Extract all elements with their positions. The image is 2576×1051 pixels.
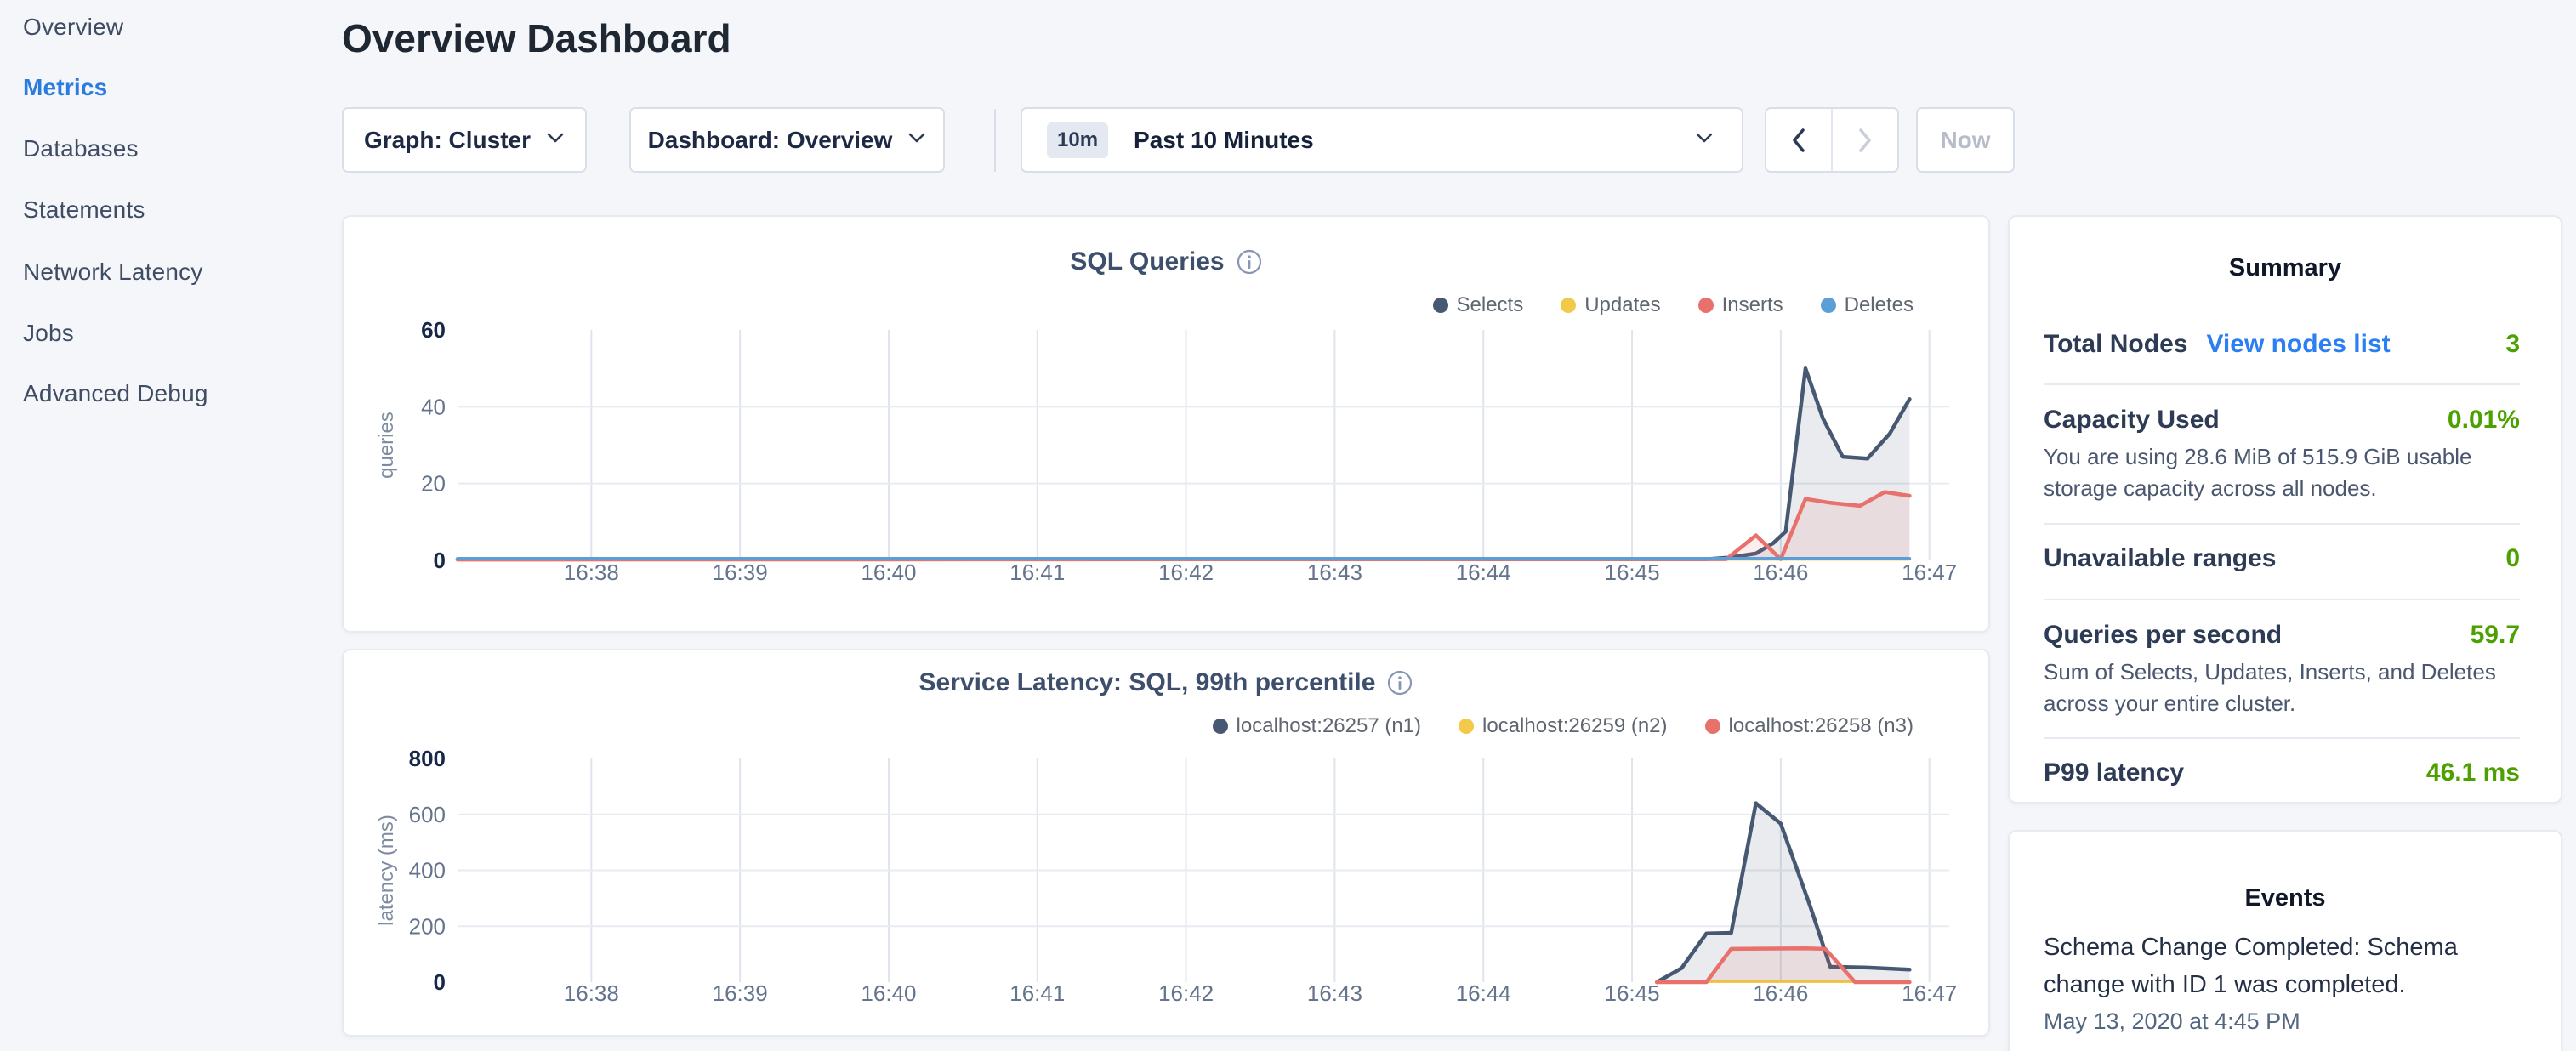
controls-divider <box>994 109 996 172</box>
x-tick-label: 16:40 <box>861 980 916 1006</box>
y-tick-label: 0 <box>434 969 446 995</box>
divider <box>2044 737 2520 739</box>
series-area-Selects <box>458 368 1909 560</box>
x-tick-label: 16:44 <box>1456 980 1511 1006</box>
total-nodes-label: Total Nodes <box>2044 330 2187 359</box>
events-title: Events <box>2010 884 2561 912</box>
capacity-used-description: You are using 28.6 MiB of 515.9 GiB usab… <box>2044 441 2533 504</box>
series-line-Selects <box>458 368 1909 559</box>
time-range-selector[interactable]: 10m Past 10 Minutes <box>1021 107 1743 173</box>
x-tick-label: 16:45 <box>1605 980 1660 1006</box>
x-tick-label: 16:43 <box>1307 980 1362 1006</box>
x-tick-label: 16:41 <box>1009 560 1065 585</box>
time-range-label: Past 10 Minutes <box>1134 127 1696 154</box>
chevron-down-icon <box>1696 133 1713 148</box>
queries-per-second-value: 59.7 <box>2471 621 2520 650</box>
graph-dropdown[interactable]: Graph: Cluster <box>342 107 587 173</box>
unavailable-ranges-label: Unavailable ranges <box>2044 544 2276 573</box>
queries-per-second-label: Queries per second <box>2044 621 2282 650</box>
sidebar-item-overview[interactable]: Overview <box>23 10 123 44</box>
event-item-timestamp: May 13, 2020 at 4:45 PM <box>2044 1008 2300 1035</box>
x-tick-label: 16:46 <box>1753 560 1808 585</box>
page-title: Overview Dashboard <box>342 15 731 61</box>
chevron-down-icon <box>546 132 565 148</box>
y-tick-label: 200 <box>409 913 446 939</box>
y-axis-unit-label: queries <box>375 412 398 479</box>
p99-latency-value: 46.1 ms <box>2426 758 2520 787</box>
now-button[interactable]: Now <box>1916 107 2015 173</box>
capacity-used-value: 0.01% <box>2448 406 2520 435</box>
x-tick-label: 16:47 <box>1902 980 1957 1006</box>
x-tick-label: 16:42 <box>1158 980 1214 1006</box>
y-tick-label: 400 <box>409 858 446 883</box>
summary-row-qps: Queries per second 59.7 <box>2044 621 2520 650</box>
x-tick-label: 16:39 <box>713 980 768 1006</box>
y-tick-label: 60 <box>421 317 446 343</box>
summary-row-capacity: Capacity Used 0.01% <box>2044 406 2520 435</box>
sidebar-item-metrics[interactable]: Metrics <box>23 71 107 105</box>
x-tick-label: 16:38 <box>564 560 619 585</box>
view-nodes-list-link[interactable]: View nodes list <box>2206 330 2390 359</box>
sidebar-item-advanced-debug[interactable]: Advanced Debug <box>23 377 208 411</box>
x-tick-label: 16:44 <box>1456 560 1511 585</box>
x-tick-label: 16:41 <box>1009 980 1065 1006</box>
summary-row-total-nodes: Total Nodes View nodes list 3 <box>2044 330 2520 359</box>
summary-row-p99-latency: P99 latency 46.1 ms <box>2044 758 2520 787</box>
chevron-right-icon <box>1857 128 1873 153</box>
chevron-down-icon <box>907 132 926 148</box>
x-tick-label: 16:42 <box>1158 560 1214 585</box>
sql-queries-chart-plot[interactable]: 16:38 16:39 16:40 16:41 16:42 16:43 16:44 16:45… <box>344 217 1992 634</box>
x-tick-label: 16:47 <box>1902 560 1957 585</box>
service-latency-card: Service Latency: SQL, 99th percentile lo… <box>342 649 1990 1037</box>
chevron-left-icon <box>1791 128 1806 153</box>
time-step-buttons <box>1765 107 1899 173</box>
time-step-back-button[interactable] <box>1766 109 1831 171</box>
y-tick-label: 0 <box>434 548 446 573</box>
service-latency-chart-plot[interactable]: 16:38 16:39 16:40 16:41 16:42 16:43 16:44 16:45… <box>344 650 1992 1038</box>
x-tick-label: 16:46 <box>1753 980 1808 1006</box>
time-step-forward-button[interactable] <box>1831 109 1897 171</box>
summary-row-unavailable-ranges: Unavailable ranges 0 <box>2044 544 2520 573</box>
capacity-used-label: Capacity Used <box>2044 406 2220 435</box>
event-item-text[interactable]: Schema Change Completed: Schema change w… <box>2044 929 2524 1003</box>
series-line-Inserts <box>458 492 1909 560</box>
y-tick-label: 20 <box>421 471 446 497</box>
x-tick-label: 16:45 <box>1605 560 1660 585</box>
divider <box>2044 383 2520 385</box>
sidebar-item-jobs[interactable]: Jobs <box>23 316 74 350</box>
y-tick-label: 40 <box>421 394 446 419</box>
sidebar-item-statements[interactable]: Statements <box>23 193 145 227</box>
total-nodes-value: 3 <box>2505 330 2520 359</box>
unavailable-ranges-value: 0 <box>2505 544 2520 573</box>
dashboard-dropdown[interactable]: Dashboard: Overview <box>629 107 945 173</box>
events-panel: Events Schema Change Completed: Schema c… <box>2008 830 2562 1051</box>
divider <box>2044 599 2520 600</box>
y-tick-label: 800 <box>409 746 446 771</box>
summary-title: Summary <box>2010 254 2561 282</box>
sql-queries-card: SQL Queries SelectsUpdatesInsertsDeletes… <box>342 215 1990 633</box>
qps-description: Sum of Selects, Updates, Inserts, and De… <box>2044 656 2533 719</box>
y-axis-unit-label: latency (ms) <box>375 815 398 926</box>
time-range-badge: 10m <box>1047 122 1108 158</box>
divider <box>2044 523 2520 525</box>
app-root: Overview Metrics Databases Statements Ne… <box>0 0 2576 1051</box>
series-area-Inserts <box>458 492 1909 560</box>
x-tick-label: 16:43 <box>1307 560 1362 585</box>
dashboard-dropdown-label: Dashboard: Overview <box>648 127 893 154</box>
x-tick-label: 16:39 <box>713 560 768 585</box>
sidebar: Overview Metrics Databases Statements Ne… <box>0 0 340 1051</box>
x-tick-label: 16:40 <box>861 560 916 585</box>
sidebar-item-databases[interactable]: Databases <box>23 132 139 166</box>
y-tick-label: 600 <box>409 802 446 827</box>
x-tick-label: 16:38 <box>564 980 619 1006</box>
graph-dropdown-label: Graph: Cluster <box>364 127 531 154</box>
sidebar-item-network-latency[interactable]: Network Latency <box>23 255 203 289</box>
summary-panel: Summary Total Nodes View nodes list 3 Ca… <box>2008 215 2562 804</box>
p99-latency-label: P99 latency <box>2044 758 2184 787</box>
